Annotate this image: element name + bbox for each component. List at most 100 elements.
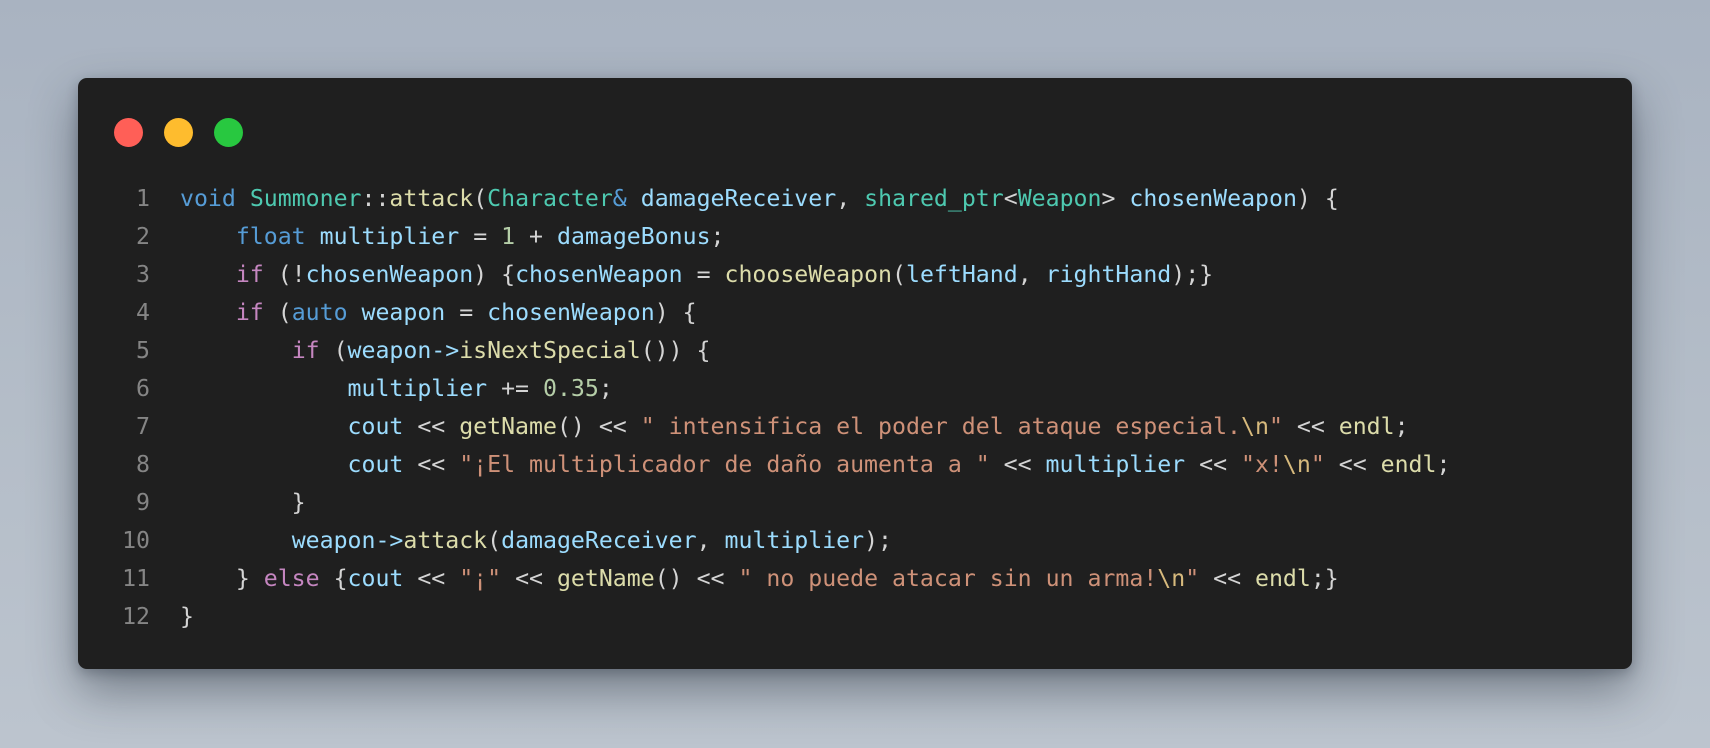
code-text: if (auto weapon = chosenWeapon) { [150,294,1632,332]
code-token: \n [1241,413,1269,440]
code-token: damageBonus [556,223,711,250]
line-number: 3 [136,261,150,288]
code-token: ( [892,261,906,288]
code-line: 8 cout << "¡El multiplicador de daño aum… [110,446,1632,484]
code-token: } [180,489,306,516]
code-line: 1 void Summoner::attack(Character& damage… [110,180,1632,218]
code-line: 4 if (auto weapon = chosenWeapon) { [110,294,1632,332]
code-token: , [1017,261,1046,288]
code-token: << [989,451,1046,478]
code-text: multiplier += 0.35; [150,370,1632,408]
code-token: \n [1157,565,1186,592]
line-number: 6 [136,375,150,402]
code-token: weapon [361,299,446,326]
code-token: ; [1394,413,1409,440]
code-token: Summoner [249,185,362,212]
code-token: ; [1436,451,1451,478]
code-token: ()) { [640,337,711,364]
close-button[interactable] [114,118,143,147]
code-line: 9 } [110,484,1632,522]
code-token: = [445,299,488,326]
code-token: void [180,185,236,212]
code-token: << [501,565,557,592]
maximize-button[interactable] [214,118,243,147]
code-token: ); [864,527,893,554]
minimize-button[interactable] [164,118,193,147]
code-token: endl [1255,565,1311,592]
code-token: -> [375,527,404,554]
code-token: damageReceiver [640,185,837,212]
code-token: Character [487,185,613,212]
code-token: () [556,413,585,440]
code-text: cout << getName() << " intensifica el po… [150,408,1632,446]
code-text: if (!chosenWeapon) {chosenWeapon = choos… [150,256,1632,294]
code-window: 1 void Summoner::attack(Character& damage… [78,78,1632,669]
code-token: += [487,375,543,402]
code-token: " [1185,565,1200,592]
code-token: rightHand [1045,261,1172,288]
code-token: chosenWeapon [487,299,655,326]
code-token: cout [347,413,404,440]
line-number: 11 [122,565,150,592]
code-text: if (weapon->isNextSpecial()) { [150,332,1632,370]
code-token: chosenWeapon [305,261,474,288]
code-token: , [696,527,725,554]
code-token: 0.35 [542,375,599,402]
code-line: 2 float multiplier = 1 + damageBonus; [110,218,1632,256]
code-line: 5 if (weapon->isNextSpecial()) { [110,332,1632,370]
code-token: getName [459,413,557,440]
code-token: } [180,603,194,630]
code-line: 12} [110,598,1632,636]
code-token: << [584,413,641,440]
code-token: cout [347,565,404,592]
code-token: chosenWeapon [1129,185,1297,212]
code-line: 3 if (!chosenWeapon) {chosenWeapon = cho… [110,256,1632,294]
code-token: float [235,223,306,250]
code-line: 7 cout << getName() << " intensifica el … [110,408,1632,446]
code-token: (! [263,261,306,288]
code-token: > [1101,185,1116,212]
code-token: () [654,565,683,592]
code-token: );} [1171,261,1214,288]
line-number: 8 [136,451,150,478]
code-token: multiplier [1045,451,1186,478]
code-token: "¡El multiplicador de daño aumenta a " [459,451,990,478]
code-token: \n [1282,451,1311,478]
line-number: 5 [136,337,150,364]
code-token: attack [403,527,488,554]
line-number: 4 [136,299,150,326]
code-token: << [1282,413,1339,440]
code-line: 10 weapon->attack(damageReceiver, multip… [110,522,1632,560]
line-number: 9 [136,489,150,516]
code-token: else [263,565,320,592]
line-number: 10 [122,527,150,554]
code-token: multiplier [724,527,865,554]
code-token: endl [1380,451,1437,478]
code-text: weapon->attack(damageReceiver, multiplie… [150,522,1632,560]
code-token: = [459,223,502,250]
code-token: auto [291,299,348,326]
code-line: 6 multiplier += 0.35; [110,370,1632,408]
code-token: weapon [347,337,432,364]
code-token: endl [1338,413,1395,440]
code-token: chosenWeapon [515,261,683,288]
code-token: 1 [501,223,516,250]
code-token: ( [473,185,488,212]
code-token: < [1003,185,1018,212]
code-token: if [235,261,264,288]
code-token: ) { [1296,185,1339,212]
code-token: ( [263,299,292,326]
code-token: leftHand [906,261,1018,288]
code-token: getName [556,565,655,592]
code-token: ; [598,375,613,402]
